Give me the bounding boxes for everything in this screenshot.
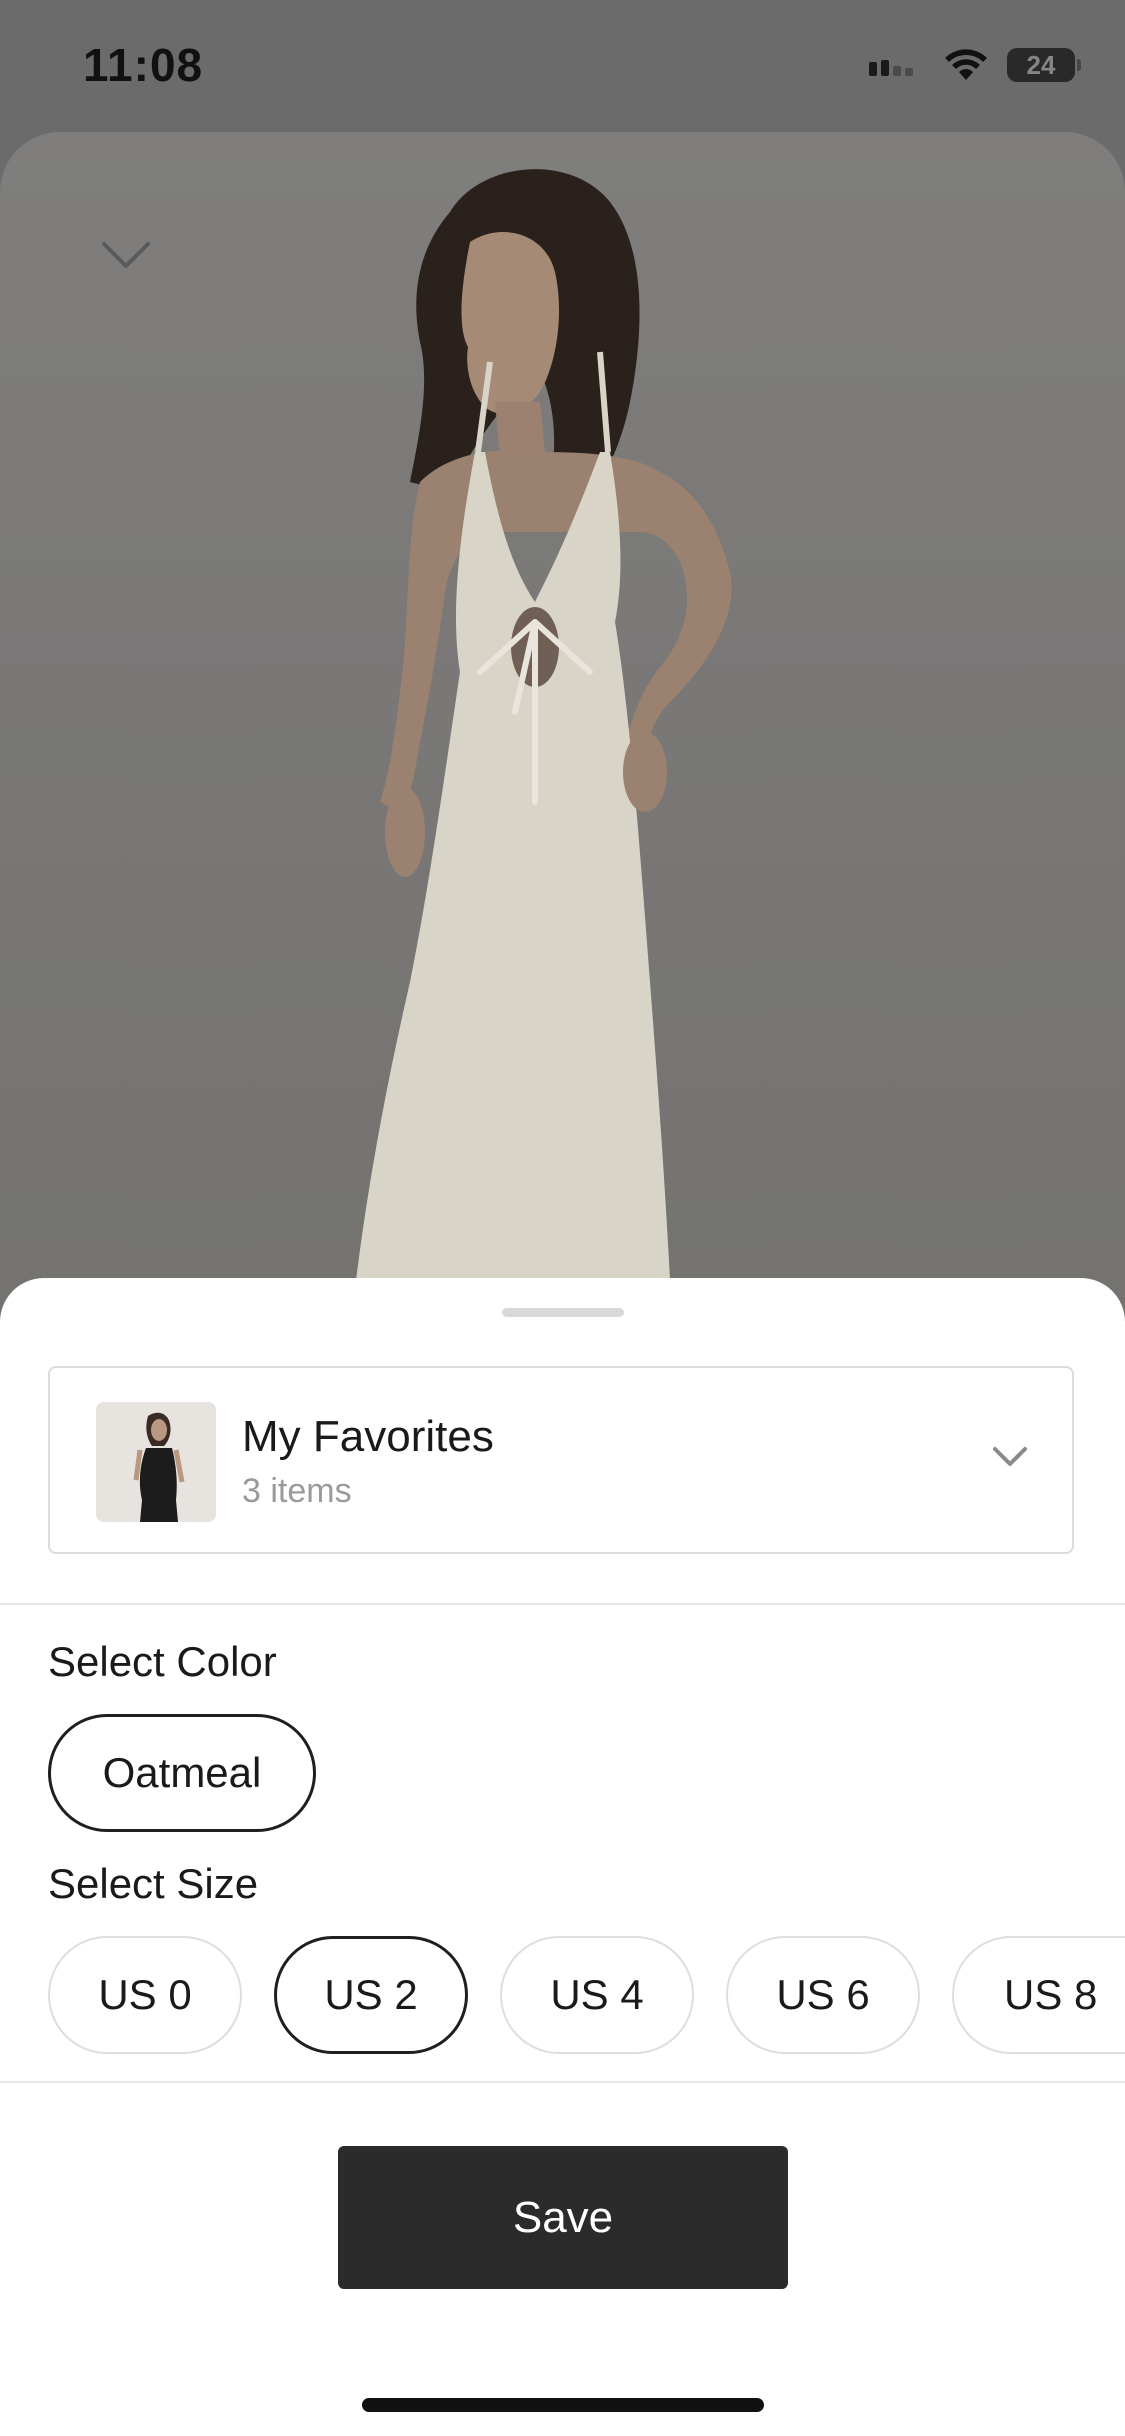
battery-level: 24	[1026, 50, 1056, 80]
status-time: 11:08	[83, 39, 204, 91]
size-option-us-8[interactable]: US 8	[952, 1936, 1125, 2054]
status-icons: 24	[869, 48, 1081, 82]
cellular-signal-icon	[869, 60, 913, 76]
home-indicator	[362, 2398, 764, 2412]
sheet-grabber[interactable]	[502, 1308, 624, 1317]
chevron-down-icon	[993, 1447, 1027, 1466]
add-to-favorites-screen: 11:08 24 My Favorites 3 items Select Col…	[0, 0, 1125, 2436]
save-button[interactable]: Save	[338, 2146, 788, 2289]
product-model-photo	[345, 169, 732, 1392]
select-color-label: Select Color	[48, 1638, 277, 1685]
status-bar: 11:08 24	[0, 0, 1125, 130]
select-size-label: Select Size	[48, 1860, 259, 1907]
chevron-down-icon[interactable]	[100, 240, 152, 270]
battery-icon: 24	[1007, 48, 1081, 82]
color-option-oatmeal[interactable]: Oatmeal	[48, 1714, 316, 1832]
collection-thumbnail	[96, 1402, 216, 1522]
collection-thumbnail-image	[96, 1402, 216, 1522]
save-to-collection-sheet: My Favorites 3 items Select Color Oatmea…	[0, 1278, 1125, 2436]
product-image-card	[0, 132, 1125, 1392]
wifi-icon	[945, 49, 987, 80]
divider	[0, 2081, 1125, 2083]
size-option-us-0[interactable]: US 0	[48, 1936, 242, 2054]
collection-item-count: 3 items	[242, 1472, 352, 1510]
size-option-us-4[interactable]: US 4	[500, 1936, 694, 2054]
collection-dropdown[interactable]: My Favorites 3 items	[48, 1366, 1074, 1554]
size-option-us-6[interactable]: US 6	[726, 1936, 920, 2054]
size-option-us-2[interactable]: US 2	[274, 1936, 468, 2054]
collection-name: My Favorites	[242, 1412, 494, 1461]
divider	[0, 1603, 1125, 1605]
